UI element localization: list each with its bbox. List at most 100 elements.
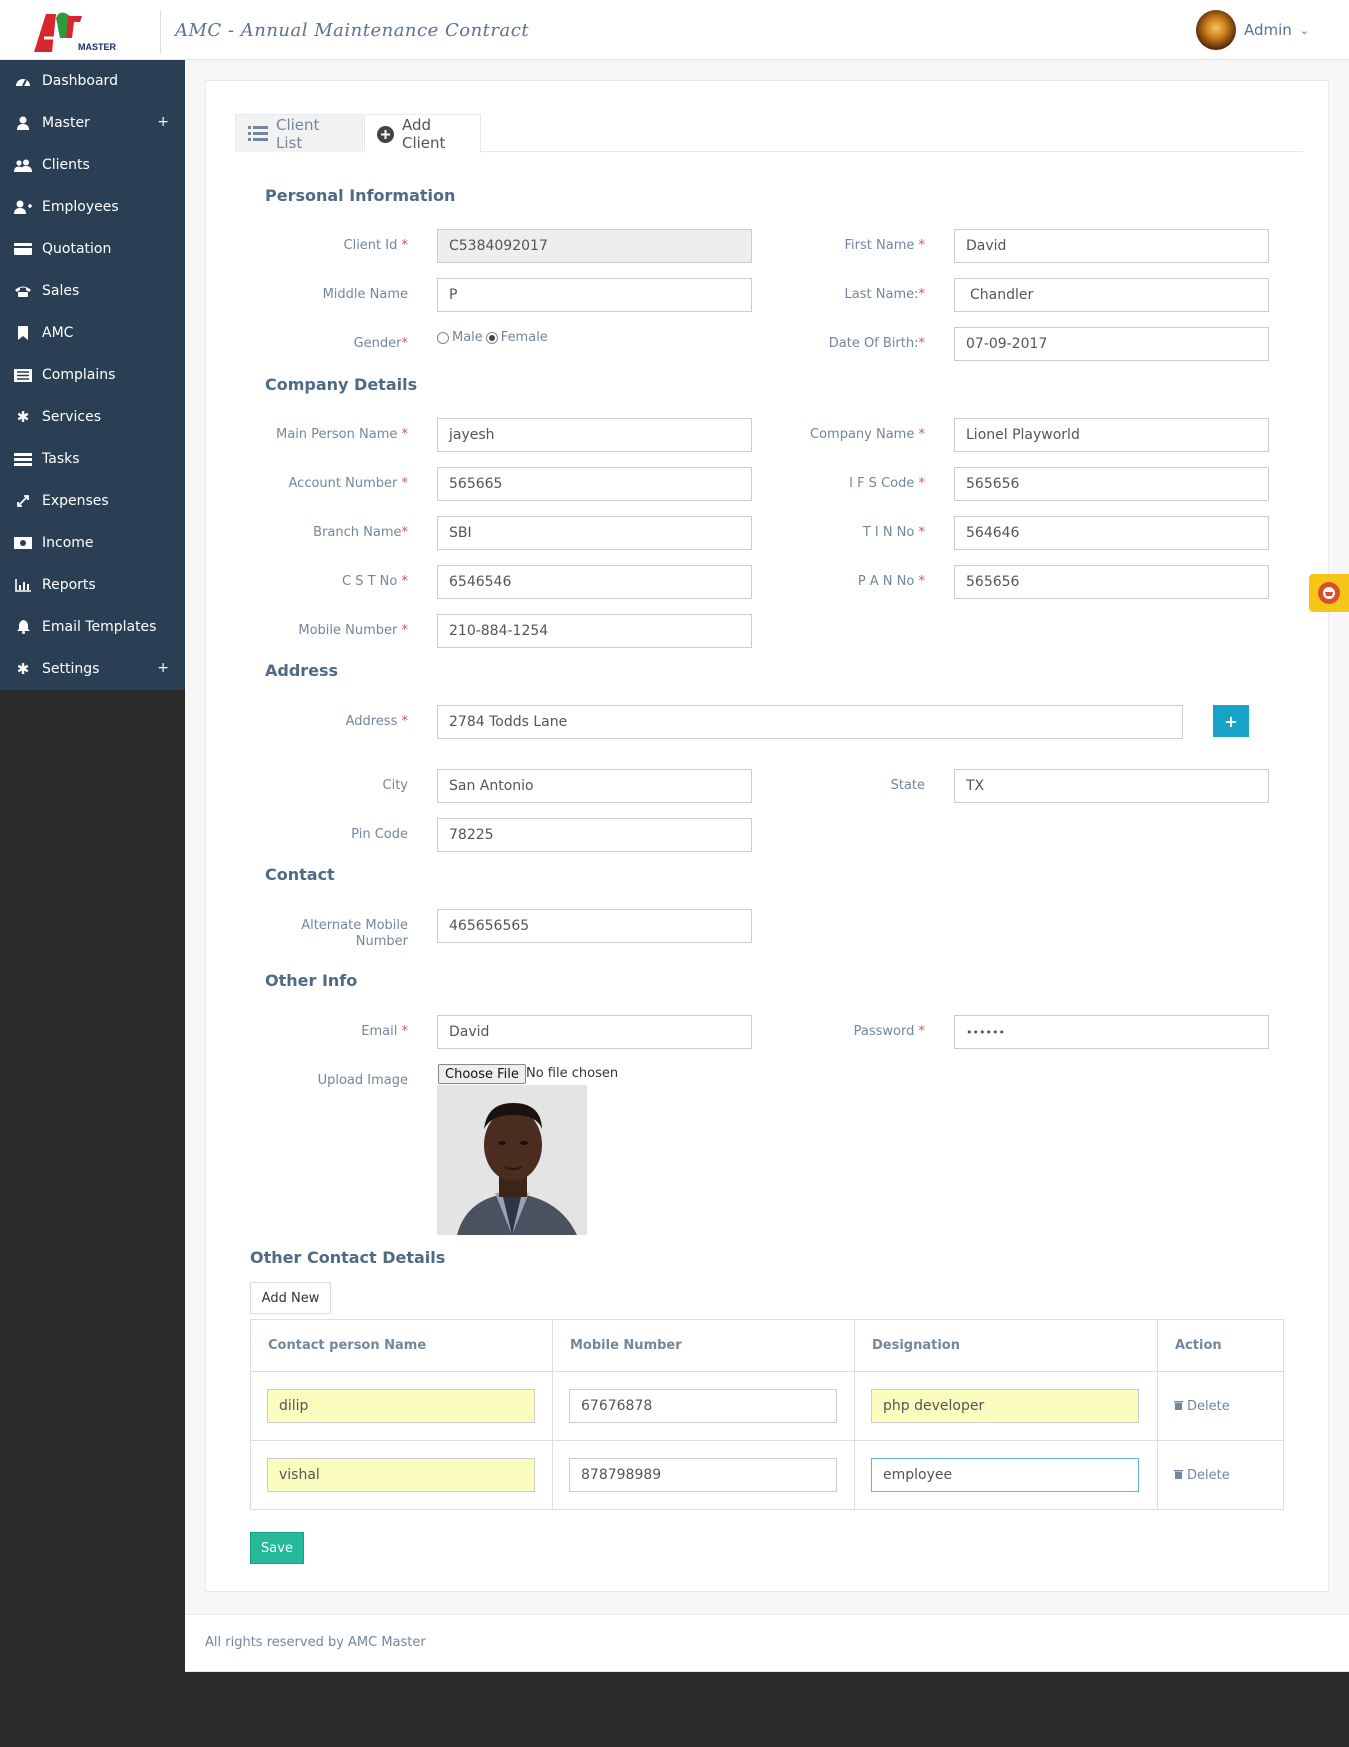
sidebar-item-employees[interactable]: Employees bbox=[0, 186, 185, 228]
table-header-row: Contact person Name Mobile Number Design… bbox=[250, 1319, 1284, 1372]
tab-bar: Client List Add Client bbox=[235, 114, 1303, 153]
gender-male-radio[interactable] bbox=[437, 331, 449, 344]
last-name-field[interactable]: Chandler bbox=[954, 278, 1269, 312]
sidebar-item-settings[interactable]: ✱ Settings + bbox=[0, 648, 185, 690]
sidebar-item-label: Services bbox=[42, 409, 102, 425]
chevron-down-icon[interactable]: ⌄ bbox=[1300, 24, 1309, 37]
tab-client-list[interactable]: Client List bbox=[235, 114, 363, 152]
app-title: AMC - Annual Maintenance Contract bbox=[175, 20, 530, 41]
sidebar-item-expenses[interactable]: Expenses bbox=[0, 480, 185, 522]
user-name[interactable]: Admin bbox=[1244, 21, 1292, 39]
bar-chart-icon bbox=[14, 578, 32, 592]
tin-no-field[interactable]: 564646 bbox=[954, 516, 1269, 550]
sidebar-item-complains[interactable]: Complains bbox=[0, 354, 185, 396]
alt-mobile-field[interactable]: 465656565 bbox=[437, 909, 752, 943]
contact-name-input[interactable]: dilip bbox=[267, 1389, 535, 1423]
state-label: State bbox=[890, 778, 925, 793]
sidebar-item-label: Reports bbox=[42, 577, 96, 593]
middle-name-field[interactable]: P bbox=[437, 278, 752, 312]
column-header: Designation bbox=[854, 1319, 1158, 1372]
add-new-contact-button[interactable]: Add New bbox=[250, 1282, 331, 1314]
sidebar-item-services[interactable]: ✱ Services bbox=[0, 396, 185, 438]
account-number-label: Account Number * bbox=[288, 476, 408, 491]
upload-image-label: Upload Image bbox=[317, 1073, 408, 1088]
pin-code-label: Pin Code bbox=[351, 827, 408, 842]
bookmark-icon bbox=[14, 326, 32, 340]
column-header: Action bbox=[1157, 1319, 1284, 1372]
sidebar-item-dashboard[interactable]: Dashboard bbox=[0, 60, 185, 102]
expand-icon[interactable]: + bbox=[157, 114, 169, 130]
dob-label: Date Of Birth:* bbox=[828, 336, 925, 351]
mobile-number-field[interactable]: 210-884-1254 bbox=[437, 614, 752, 648]
first-name-label: First Name * bbox=[844, 238, 925, 253]
contact-designation-input[interactable]: php developer bbox=[871, 1389, 1139, 1423]
password-field[interactable]: •••••• bbox=[954, 1015, 1269, 1049]
email-field[interactable]: David bbox=[437, 1015, 752, 1049]
email-label: Email * bbox=[361, 1024, 408, 1039]
password-label: Password * bbox=[853, 1024, 925, 1039]
add-address-button[interactable]: + bbox=[1213, 705, 1249, 737]
state-field[interactable]: TX bbox=[954, 769, 1269, 803]
gender-female-radio[interactable] bbox=[485, 331, 498, 344]
cog-icon: ✱ bbox=[16, 660, 30, 678]
sidebar-item-sales[interactable]: Sales bbox=[0, 270, 185, 312]
delete-button[interactable]: Delete bbox=[1174, 1468, 1267, 1483]
last-name-label: Last Name:* bbox=[844, 287, 925, 302]
pan-no-field[interactable]: 565656 bbox=[954, 565, 1269, 599]
branch-name-field[interactable]: SBI bbox=[437, 516, 752, 550]
table-cell: vishal bbox=[250, 1440, 553, 1510]
sidebar-item-master[interactable]: Master + bbox=[0, 102, 185, 144]
users-icon bbox=[14, 158, 32, 172]
gender-radio-group: Male Female bbox=[437, 330, 548, 345]
delete-button[interactable]: Delete bbox=[1174, 1399, 1267, 1414]
ifs-code-label: I F S Code * bbox=[849, 476, 925, 491]
sidebar-item-reports[interactable]: Reports bbox=[0, 564, 185, 606]
table-cell: dilip bbox=[250, 1371, 553, 1441]
sidebar: Dashboard Master + Clients Employees Quo… bbox=[0, 60, 185, 690]
address-label: Address * bbox=[345, 714, 408, 729]
expand-icon[interactable]: + bbox=[157, 660, 169, 676]
sidebar-item-label: Email Templates bbox=[42, 619, 157, 635]
save-button[interactable]: Save bbox=[250, 1532, 304, 1564]
money-icon bbox=[14, 536, 32, 550]
sidebar-item-label: Dashboard bbox=[42, 73, 118, 89]
pin-code-field[interactable]: 78225 bbox=[437, 818, 752, 852]
contact-designation-input[interactable]: employee bbox=[871, 1458, 1139, 1492]
tab-add-client[interactable]: Add Client bbox=[364, 114, 481, 153]
avatar[interactable] bbox=[1195, 10, 1236, 50]
mobile-number-label: Mobile Number * bbox=[298, 623, 408, 638]
first-name-field[interactable]: David bbox=[954, 229, 1269, 263]
sidebar-item-email-templates[interactable]: Email Templates bbox=[0, 606, 185, 648]
dob-field[interactable]: 07-09-2017 bbox=[954, 327, 1269, 361]
trash-icon bbox=[1174, 1468, 1183, 1483]
choose-file-button[interactable]: Choose File bbox=[438, 1064, 526, 1084]
column-header: Mobile Number bbox=[552, 1319, 855, 1372]
client-id-field[interactable]: C5384092017 bbox=[437, 229, 752, 263]
phone-icon bbox=[14, 284, 32, 298]
contact-mobile-input[interactable]: 67676878 bbox=[569, 1389, 837, 1423]
footer-text: All rights reserved by AMC Master bbox=[205, 1635, 426, 1650]
sidebar-item-quotation[interactable]: Quotation bbox=[0, 228, 185, 270]
sidebar-item-income[interactable]: Income bbox=[0, 522, 185, 564]
gear-icon: ✱ bbox=[16, 408, 30, 426]
ifs-code-field[interactable]: 565656 bbox=[954, 467, 1269, 501]
contact-name-input[interactable]: vishal bbox=[267, 1458, 535, 1492]
cst-no-field[interactable]: 6546546 bbox=[437, 565, 752, 599]
table-cell: employee bbox=[854, 1440, 1158, 1510]
sidebar-item-clients[interactable]: Clients bbox=[0, 144, 185, 186]
sidebar-item-tasks[interactable]: Tasks bbox=[0, 438, 185, 480]
sidebar-item-amc[interactable]: AMC bbox=[0, 312, 185, 354]
main-person-field[interactable]: jayesh bbox=[437, 418, 752, 452]
contact-mobile-input[interactable]: 878798989 bbox=[569, 1458, 837, 1492]
credit-card-icon bbox=[14, 242, 32, 256]
section-other-contact-details: Other Contact Details bbox=[250, 1248, 446, 1267]
table-cell: Delete bbox=[1157, 1440, 1284, 1510]
floating-helper-icon[interactable] bbox=[1309, 574, 1349, 612]
user-menu[interactable]: Admin ⌄ bbox=[1195, 10, 1309, 50]
city-field[interactable]: San Antonio bbox=[437, 769, 752, 803]
account-number-field[interactable]: 565665 bbox=[437, 467, 752, 501]
company-name-field[interactable]: Lionel Playworld bbox=[954, 418, 1269, 452]
address-field[interactable]: 2784 Todds Lane bbox=[437, 705, 1183, 739]
amc-master-logo[interactable]: MASTER bbox=[30, 8, 120, 56]
arrows-icon bbox=[14, 494, 32, 508]
